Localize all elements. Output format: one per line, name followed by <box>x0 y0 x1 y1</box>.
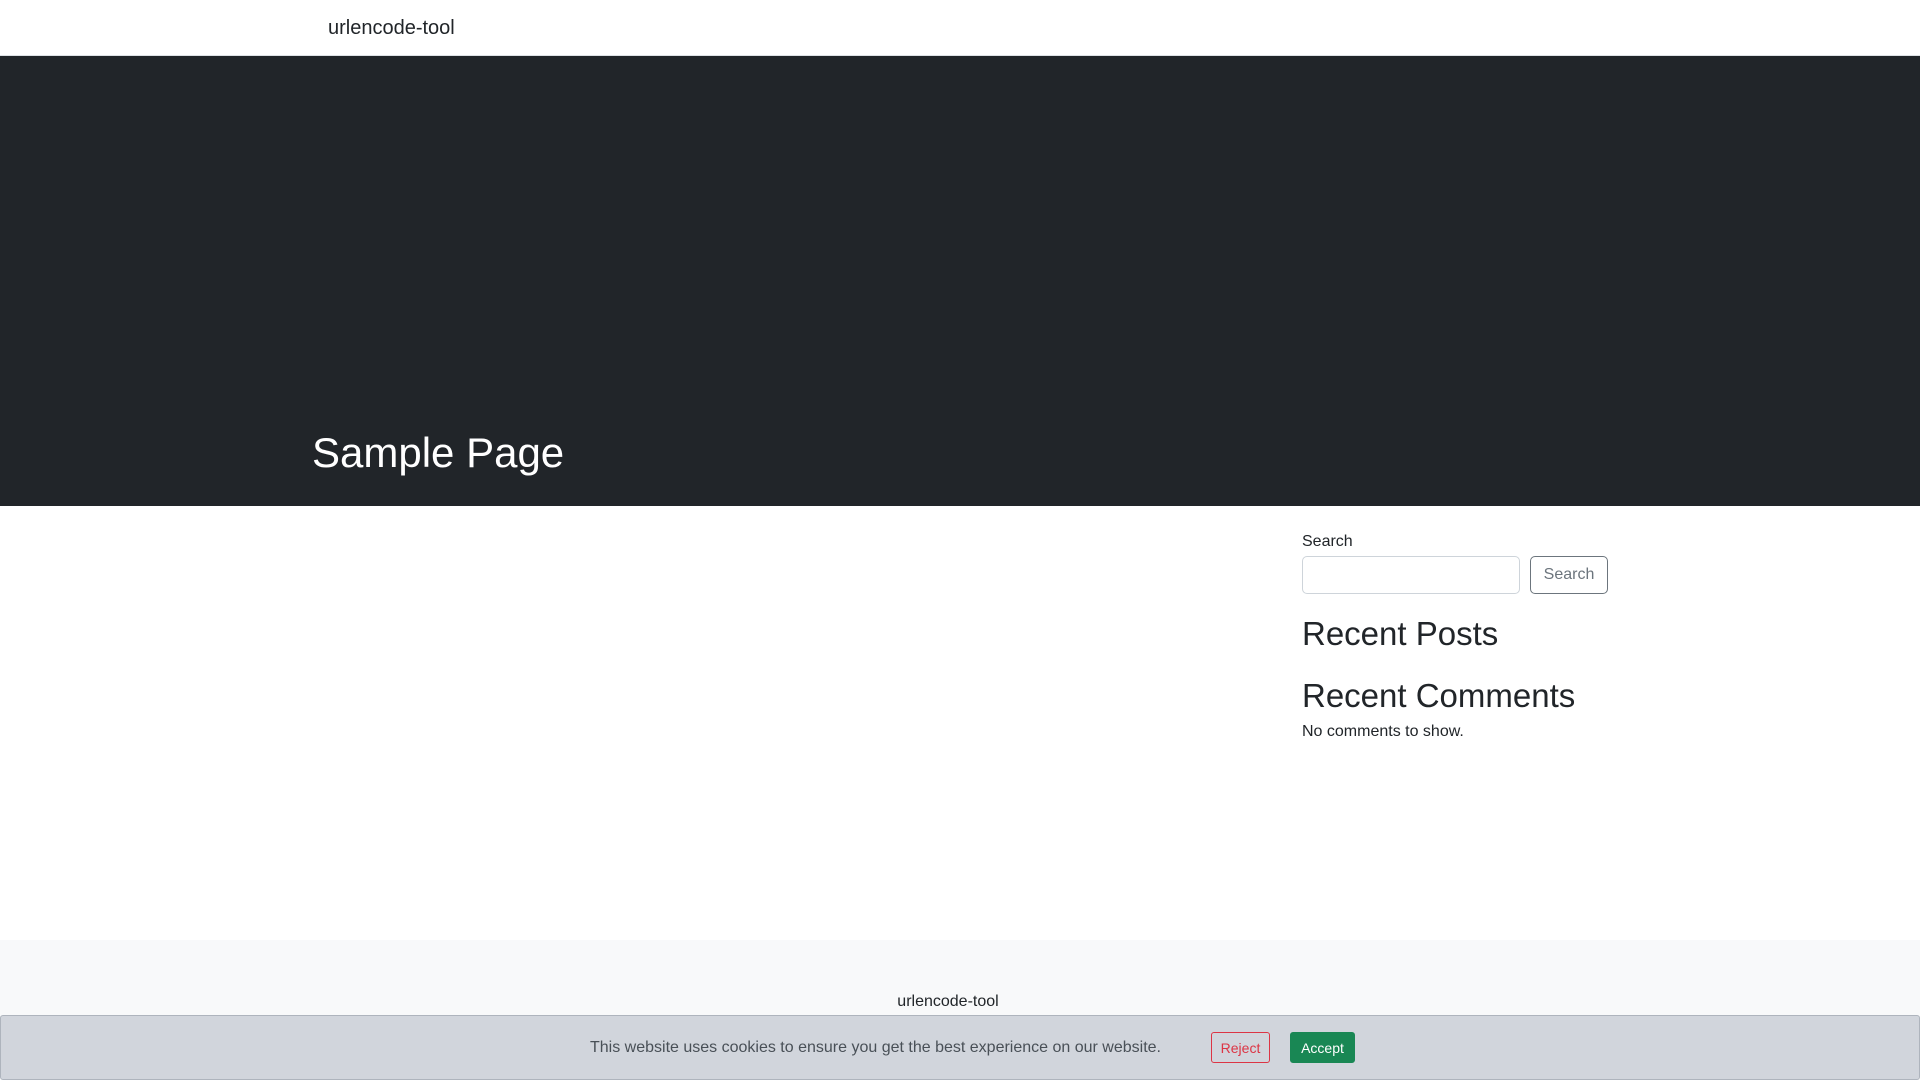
recent-comments-heading: Recent Comments <box>1302 677 1576 714</box>
search-input[interactable] <box>1302 556 1520 594</box>
page-header-banner: Sample Page <box>0 56 1920 506</box>
search-form: Search <box>1302 556 1622 594</box>
page-title: Sample Page <box>312 429 565 476</box>
recent-posts-heading: Recent Posts <box>1302 615 1499 652</box>
search-widget: Search Search <box>1302 530 1622 594</box>
site-brand-link[interactable]: urlencode-tool <box>328 14 455 42</box>
cookie-consent-banner: This website uses cookies to ensure you … <box>0 1015 1920 1080</box>
reject-cookies-button[interactable]: Reject <box>1211 1032 1270 1063</box>
accept-cookies-button[interactable]: Accept <box>1290 1032 1355 1063</box>
no-comments-text: No comments to show. <box>1302 723 1464 740</box>
search-button[interactable]: Search <box>1530 556 1608 594</box>
cookie-message: This website uses cookies to ensure you … <box>590 1039 1161 1056</box>
search-label: Search <box>1302 533 1353 550</box>
footer-brand: urlencode-tool <box>897 993 999 1010</box>
sidebar: Search Search Recent Posts Recent Commen… <box>1302 530 1622 744</box>
top-navbar: urlencode-tool <box>0 0 1920 56</box>
